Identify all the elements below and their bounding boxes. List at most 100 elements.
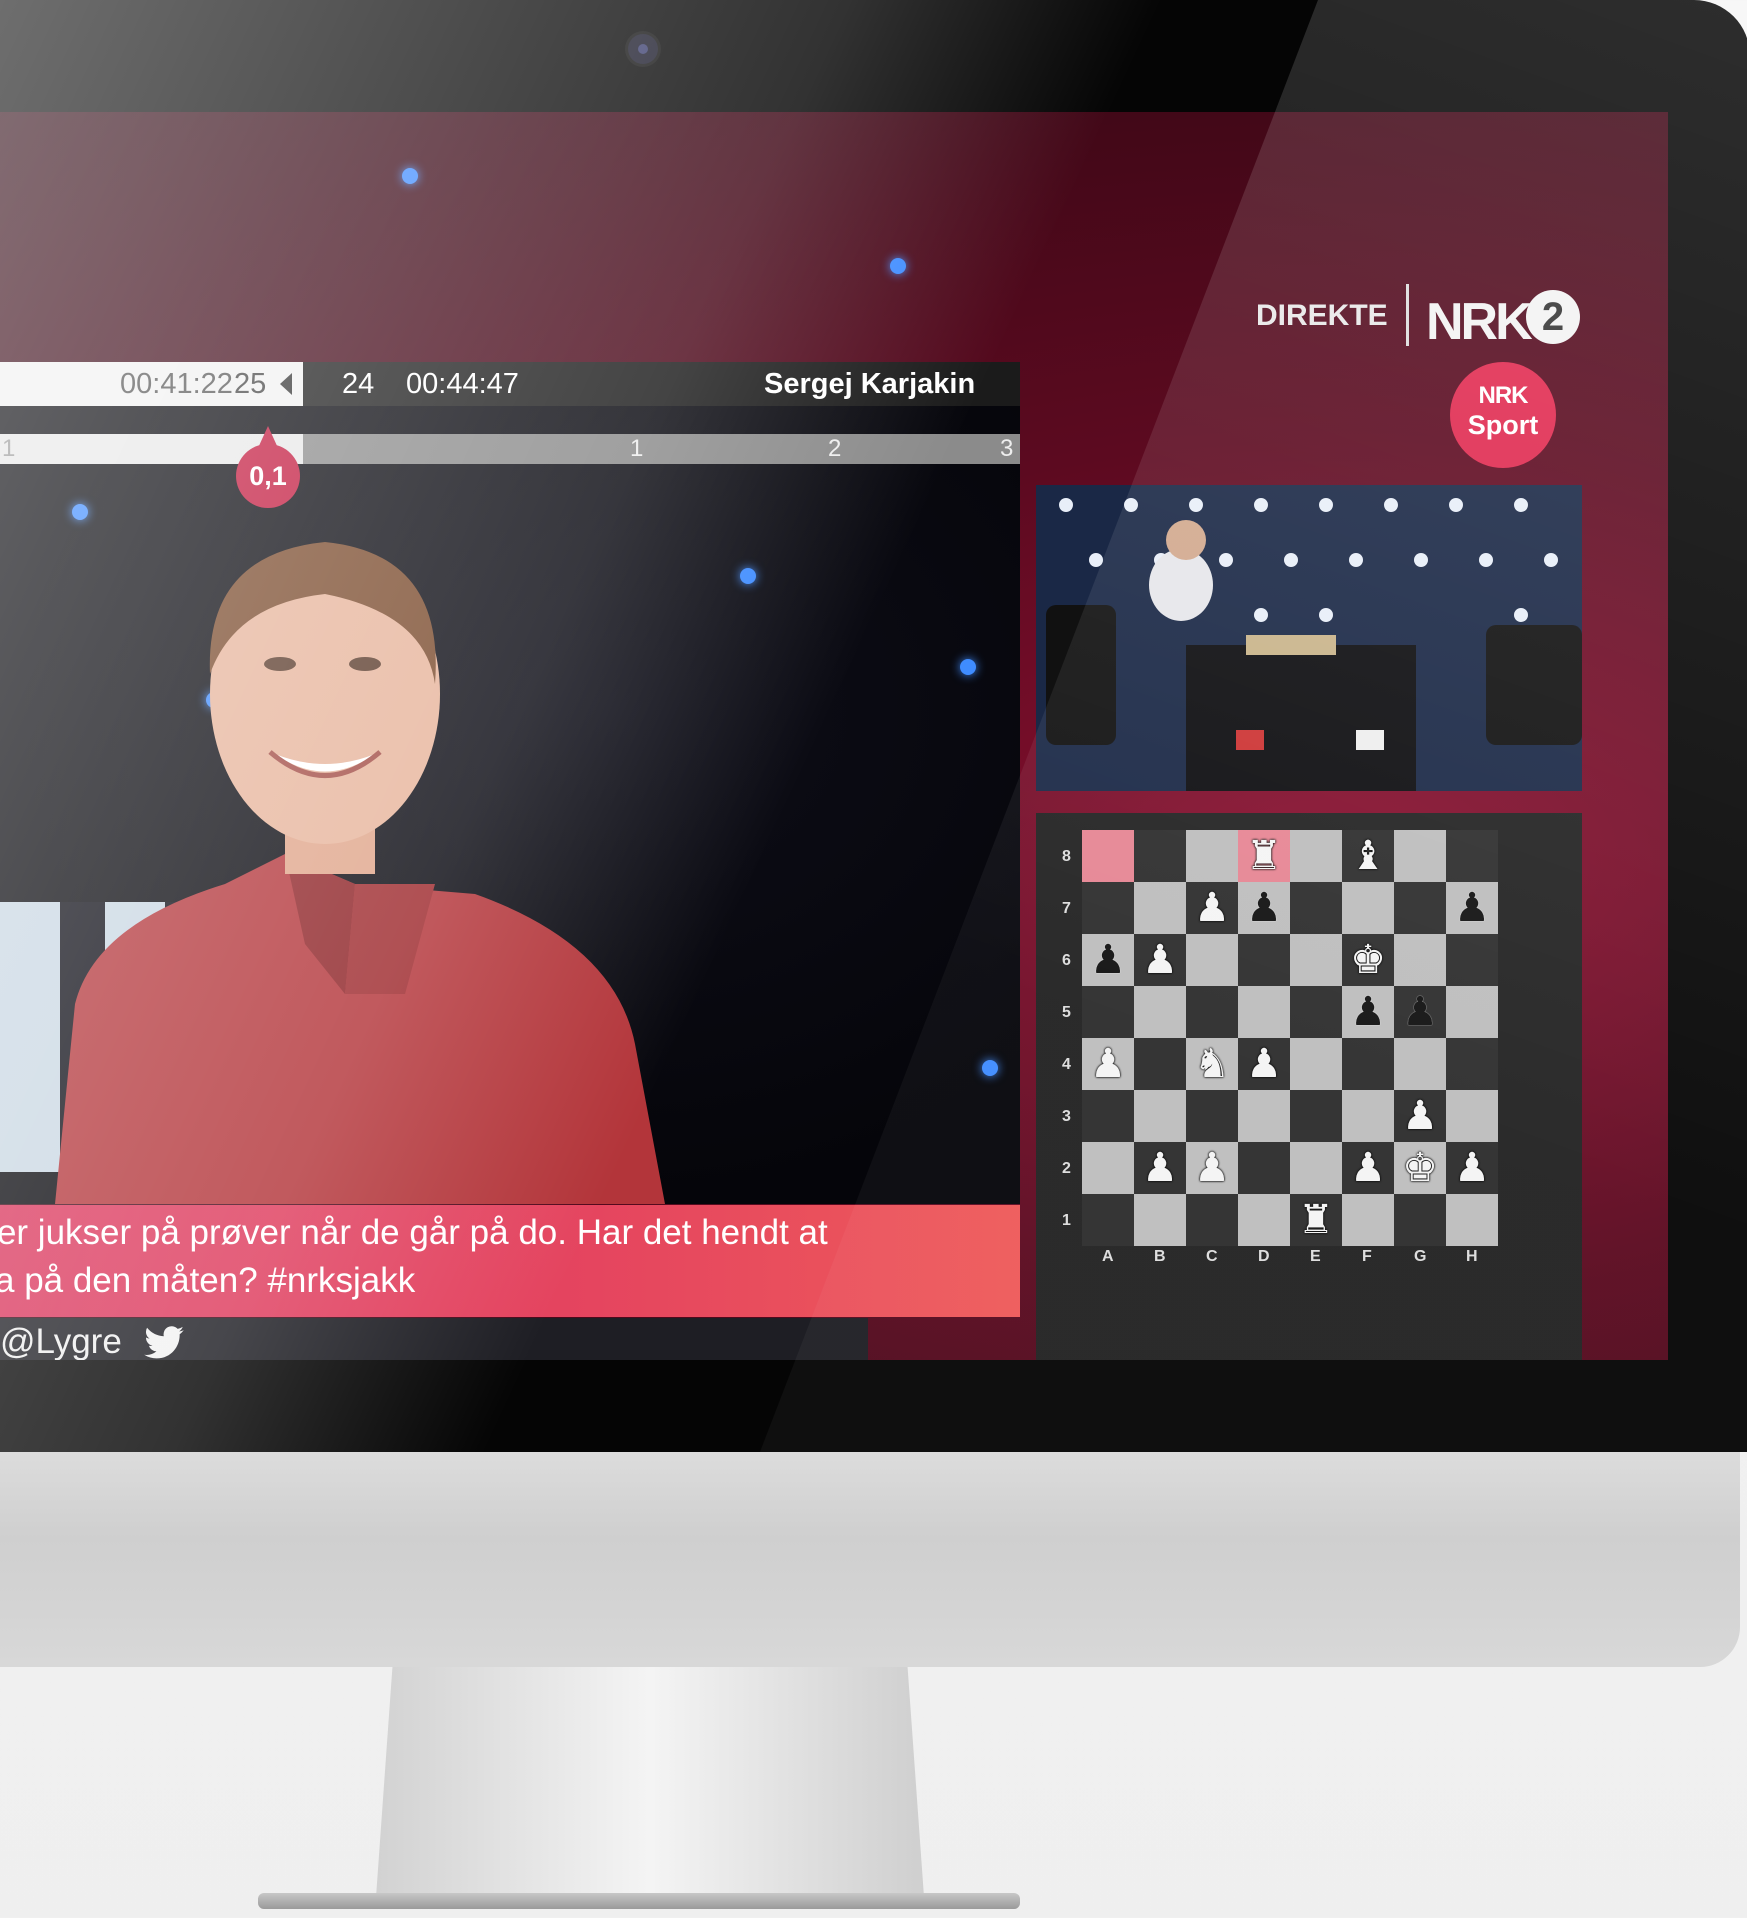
eval-tick: 3 <box>1000 435 1014 462</box>
twitter-bird-icon <box>144 1326 184 1359</box>
square-e8[interactable] <box>1290 830 1342 882</box>
square-g1[interactable] <box>1394 1194 1446 1246</box>
square-e6[interactable] <box>1290 934 1342 986</box>
rank-label: 2 <box>1062 1160 1071 1177</box>
square-f8[interactable]: ♝ <box>1342 830 1394 882</box>
square-h6[interactable] <box>1446 934 1498 986</box>
chess-piece-icon[interactable]: ♟ <box>1454 885 1490 931</box>
square-e3[interactable] <box>1290 1090 1342 1142</box>
square-h1[interactable] <box>1446 1194 1498 1246</box>
square-d6[interactable] <box>1238 934 1290 986</box>
square-d4[interactable]: ♟ <box>1238 1038 1290 1090</box>
chess-piece-icon[interactable]: ♟ <box>1350 989 1386 1035</box>
square-f5[interactable]: ♟ <box>1342 986 1394 1038</box>
square-a2[interactable] <box>1082 1142 1134 1194</box>
square-a4[interactable]: ♟ <box>1082 1038 1134 1090</box>
turn-indicator-icon <box>280 373 292 395</box>
chess-piece-icon[interactable]: ♞ <box>1194 1041 1230 1087</box>
square-c7[interactable]: ♟ <box>1186 882 1238 934</box>
square-f1[interactable] <box>1342 1194 1394 1246</box>
square-e2[interactable] <box>1290 1142 1342 1194</box>
chess-piece-icon[interactable]: ♟ <box>1142 937 1178 983</box>
square-c3[interactable] <box>1186 1090 1238 1142</box>
chess-piece-icon[interactable]: ♟ <box>1402 1093 1438 1139</box>
square-a3[interactable] <box>1082 1090 1134 1142</box>
square-g4[interactable] <box>1394 1038 1446 1090</box>
square-d8[interactable]: ♜ <box>1238 830 1290 882</box>
match-camera-image <box>1036 485 1582 791</box>
square-c6[interactable] <box>1186 934 1238 986</box>
square-g2[interactable]: ♚ <box>1394 1142 1446 1194</box>
square-b1[interactable] <box>1134 1194 1186 1246</box>
square-g5[interactable]: ♟ <box>1394 986 1446 1038</box>
square-c4[interactable]: ♞ <box>1186 1038 1238 1090</box>
square-d2[interactable] <box>1238 1142 1290 1194</box>
square-c1[interactable] <box>1186 1194 1238 1246</box>
square-b5[interactable] <box>1134 986 1186 1038</box>
square-f6[interactable]: ♚ <box>1342 934 1394 986</box>
chess-piece-icon[interactable]: ♜ <box>1298 1197 1334 1243</box>
rank-label: 1 <box>1062 1212 1071 1229</box>
square-d1[interactable] <box>1238 1194 1290 1246</box>
chess-piece-icon[interactable]: ♚ <box>1350 937 1386 983</box>
chess-piece-icon[interactable]: ♚ <box>1402 1145 1438 1191</box>
square-e4[interactable] <box>1290 1038 1342 1090</box>
square-f2[interactable]: ♟ <box>1342 1142 1394 1194</box>
square-a5[interactable] <box>1082 986 1134 1038</box>
chess-piece-icon[interactable]: ♟ <box>1246 885 1282 931</box>
broadcast-screen: 00:41:22 25 24 00:44:47 Sergej Karjakin … <box>0 112 1668 1360</box>
file-label: G <box>1414 1248 1427 1265</box>
square-b3[interactable] <box>1134 1090 1186 1142</box>
square-a8[interactable] <box>1082 830 1134 882</box>
square-d3[interactable] <box>1238 1090 1290 1142</box>
square-c2[interactable]: ♟ <box>1186 1142 1238 1194</box>
square-d5[interactable] <box>1238 986 1290 1038</box>
file-label: F <box>1362 1248 1372 1265</box>
square-b2[interactable]: ♟ <box>1134 1142 1186 1194</box>
ticker-line-2: ksa på den måten? #nrksjakk <box>0 1261 416 1300</box>
square-f4[interactable] <box>1342 1038 1394 1090</box>
square-a6[interactable]: ♟ <box>1082 934 1134 986</box>
chess-piece-icon[interactable]: ♝ <box>1350 833 1386 879</box>
chess-piece-icon[interactable]: ♟ <box>1454 1145 1490 1191</box>
square-b7[interactable] <box>1134 882 1186 934</box>
square-d7[interactable]: ♟ <box>1238 882 1290 934</box>
square-g3[interactable]: ♟ <box>1394 1090 1446 1142</box>
evaluation-marker: 0,1 <box>236 426 300 508</box>
chess-piece-icon[interactable]: ♟ <box>1350 1145 1386 1191</box>
live-label: DIREKTE <box>1256 299 1388 332</box>
square-b8[interactable] <box>1134 830 1186 882</box>
square-f3[interactable] <box>1342 1090 1394 1142</box>
square-g6[interactable] <box>1394 934 1446 986</box>
chess-piece-icon[interactable]: ♜ <box>1246 833 1282 879</box>
square-c5[interactable] <box>1186 986 1238 1038</box>
chess-piece-icon[interactable]: ♟ <box>1194 1145 1230 1191</box>
chess-piece-icon[interactable]: ♟ <box>1090 937 1126 983</box>
chess-piece-icon[interactable]: ♟ <box>1246 1041 1282 1087</box>
eval-tick: 2 <box>828 435 842 462</box>
square-b4[interactable] <box>1134 1038 1186 1090</box>
square-h8[interactable] <box>1446 830 1498 882</box>
square-h2[interactable]: ♟ <box>1446 1142 1498 1194</box>
square-e1[interactable]: ♜ <box>1290 1194 1342 1246</box>
square-a7[interactable] <box>1082 882 1134 934</box>
square-e5[interactable] <box>1290 986 1342 1038</box>
square-g7[interactable] <box>1394 882 1446 934</box>
file-label: B <box>1154 1248 1166 1265</box>
square-b6[interactable]: ♟ <box>1134 934 1186 986</box>
chess-piece-icon[interactable]: ♟ <box>1090 1041 1126 1087</box>
square-h7[interactable]: ♟ <box>1446 882 1498 934</box>
chess-piece-icon[interactable]: ♟ <box>1402 989 1438 1035</box>
square-g8[interactable] <box>1394 830 1446 882</box>
square-h4[interactable] <box>1446 1038 1498 1090</box>
square-f7[interactable] <box>1342 882 1394 934</box>
square-h3[interactable] <box>1446 1090 1498 1142</box>
square-e7[interactable] <box>1290 882 1342 934</box>
chess-piece-icon[interactable]: ♟ <box>1194 885 1230 931</box>
match-camera-feed[interactable] <box>1036 485 1582 791</box>
chess-piece-icon[interactable]: ♟ <box>1142 1145 1178 1191</box>
square-c8[interactable] <box>1186 830 1238 882</box>
square-a1[interactable] <box>1082 1194 1134 1246</box>
chess-board[interactable]: 8 ♜ ♝ 7 ♟ ♟ ♟ 6 ♟ ♟ ♚ 5 ♟ ♟ 4 ♟ ♞ ♟ 3 ♟ 2 ♟ ♟ ♟ ♚ ♟ 1 ♜ A B C D E F G H <box>1060 830 1564 1350</box>
square-h5[interactable] <box>1446 986 1498 1038</box>
